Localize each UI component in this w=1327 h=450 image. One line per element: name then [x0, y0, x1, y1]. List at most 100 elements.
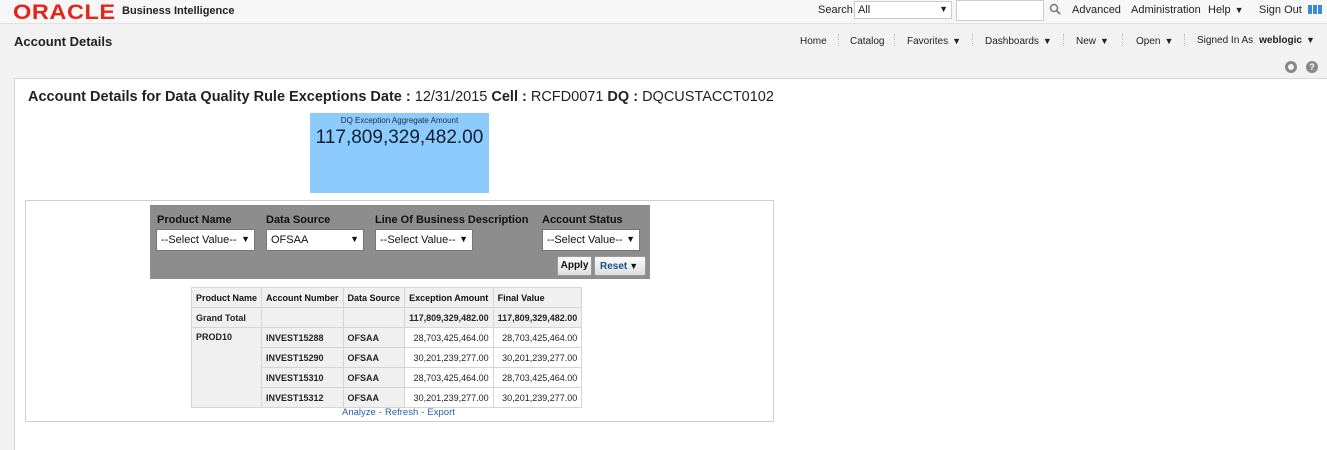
column-header[interactable]: Final Value	[492, 287, 583, 308]
chevron-down-icon: ▼	[350, 234, 359, 244]
open-label: Open	[1136, 36, 1161, 47]
product-name-value: --Select Value--	[161, 234, 237, 246]
nav-divider	[838, 34, 839, 46]
account-status-label: Account Status	[542, 214, 623, 226]
column-header[interactable]: Product Name	[190, 287, 263, 308]
product-name-cell: PROD10	[190, 327, 263, 408]
chevron-down-icon: ▼	[1042, 36, 1052, 46]
new-label: New	[1076, 36, 1097, 47]
gear-icon[interactable]	[1285, 61, 1297, 73]
column-header[interactable]: Data Source	[342, 287, 406, 308]
search-scope-value: All	[858, 4, 871, 16]
chevron-down-icon: ▼	[241, 234, 250, 244]
link-separator: -	[378, 407, 382, 418]
chevron-down-icon: ▼	[1305, 35, 1315, 45]
product-name-select[interactable]: --Select Value-- ▼	[156, 229, 255, 251]
catalog-link[interactable]: Catalog	[850, 36, 884, 47]
page-header: Account Details Home Catalog Favorites ▼ …	[0, 25, 1327, 71]
page-title: Account Details	[14, 34, 113, 49]
filter-prompts: Product Name --Select Value-- ▼ Data Sour…	[150, 205, 650, 279]
dashboards-label: Dashboards	[985, 36, 1039, 47]
dq-label: DQ :	[607, 89, 639, 105]
report-date: 12/31/2015	[414, 89, 488, 105]
apps-icon[interactable]	[1308, 5, 1322, 14]
data-source-select[interactable]: OFSAA ▼	[266, 229, 364, 251]
cell-value: RCFD0071	[530, 89, 604, 105]
lob-select[interactable]: --Select Value-- ▼	[375, 229, 473, 251]
sign-out-link[interactable]: Sign Out	[1259, 4, 1302, 16]
help-icon[interactable]: ?	[1306, 61, 1318, 73]
oracle-logo[interactable]: ORACLE	[13, 1, 116, 25]
chevron-down-icon: ▼	[1100, 36, 1109, 46]
dashboard-content: Account Details for Data Quality Rule Ex…	[14, 78, 1327, 450]
new-menu[interactable]: New ▼	[1076, 36, 1109, 47]
data-source-cell: OFSAA	[342, 347, 406, 368]
nav-divider	[1122, 34, 1123, 46]
final-value-cell: 28,703,425,464.00	[492, 367, 583, 388]
dq-value: DQCUSTACCT0102	[642, 89, 774, 105]
account-number-cell: INVEST15290	[261, 347, 344, 368]
reset-label: Reset	[600, 261, 628, 272]
username: weblogic	[1259, 35, 1302, 46]
account-number-cell: INVEST15312	[261, 387, 344, 408]
data-source-cell: OFSAA	[342, 367, 406, 388]
nav-divider	[1184, 34, 1185, 46]
account-status-select[interactable]: --Select Value-- ▼	[542, 229, 640, 251]
product-name-label: Product Name	[157, 214, 232, 226]
data-source-value: OFSAA	[271, 234, 309, 246]
apply-button[interactable]: Apply	[557, 256, 592, 276]
column-header[interactable]: Account Number	[261, 287, 344, 308]
kpi-tile-label: DQ Exception Aggregate Amount	[340, 116, 459, 125]
lob-label: Line Of Business Description	[375, 214, 529, 226]
favorites-menu[interactable]: Favorites ▼	[907, 36, 961, 47]
dashboards-menu[interactable]: Dashboards ▼	[985, 36, 1052, 47]
export-link[interactable]: Export	[427, 407, 454, 418]
administration-link[interactable]: Administration	[1131, 4, 1201, 16]
cell-label: Cell :	[491, 89, 527, 105]
chevron-down-icon: ▼	[1234, 5, 1244, 15]
grand-total-exception-amount: 117,809,329,482.00	[404, 307, 494, 328]
favorites-label: Favorites	[907, 36, 949, 47]
chevron-down-icon: ▼	[939, 4, 948, 14]
table-cell	[342, 307, 406, 328]
exception-amount-cell: 28,703,425,464.00	[404, 327, 494, 348]
search-input[interactable]	[956, 0, 1044, 21]
final-value-cell: 30,201,239,277.00	[492, 387, 583, 408]
signed-in-as-label: Signed In As	[1197, 35, 1254, 46]
column-header[interactable]: Exception Amount	[404, 287, 494, 308]
lob-value: --Select Value--	[380, 234, 456, 246]
chevron-down-icon: ▼	[626, 234, 635, 244]
product-name: Business Intelligence	[122, 5, 235, 17]
open-menu[interactable]: Open ▼	[1136, 36, 1173, 47]
search-icon[interactable]	[1049, 3, 1061, 15]
nav-divider	[894, 34, 895, 46]
help-menu[interactable]: Help ▼	[1208, 4, 1244, 16]
table-cell	[261, 307, 344, 328]
grand-total-row: Grand Total 117,809,329,482.00 117,809,3…	[190, 307, 583, 328]
home-link[interactable]: Home	[800, 36, 827, 47]
grand-total-final-value: 117,809,329,482.00	[492, 307, 583, 328]
grand-total-label: Grand Total	[190, 307, 263, 328]
report-links: Analyze - Refresh - Export	[342, 407, 455, 418]
analyze-link[interactable]: Analyze	[342, 407, 376, 418]
account-number-cell: INVEST15310	[261, 367, 344, 388]
report-title-prefix: Account Details for Data Quality Rule Ex…	[28, 89, 411, 105]
refresh-link[interactable]: Refresh	[385, 407, 418, 418]
chevron-down-icon: ▼	[629, 261, 639, 271]
advanced-search-link[interactable]: Advanced	[1072, 4, 1121, 16]
exception-amount-cell: 28,703,425,464.00	[404, 367, 494, 388]
kpi-tile: DQ Exception Aggregate Amount 117,809,32…	[310, 113, 489, 193]
search-scope-select[interactable]: All ▼	[854, 1, 952, 19]
table-row: PROD10 INVEST15288 OFSAA 28,703,425,464.…	[190, 327, 583, 408]
chevron-down-icon: ▼	[952, 36, 962, 46]
help-label: Help	[1208, 4, 1231, 16]
user-menu[interactable]: Signed In As weblogic ▼	[1197, 35, 1315, 46]
reset-button[interactable]: Reset ▼	[594, 256, 646, 276]
exception-amount-cell: 30,201,239,277.00	[404, 347, 494, 368]
global-header: ORACLE Business Intelligence Search All …	[0, 0, 1327, 24]
nav-divider	[1063, 34, 1064, 46]
table-header-row: Product Name Account Number Data Source …	[190, 287, 583, 308]
chevron-down-icon: ▼	[1164, 36, 1174, 46]
data-source-cell: OFSAA	[342, 327, 406, 348]
report-panel: Product Name --Select Value-- ▼ Data Sour…	[25, 200, 774, 422]
